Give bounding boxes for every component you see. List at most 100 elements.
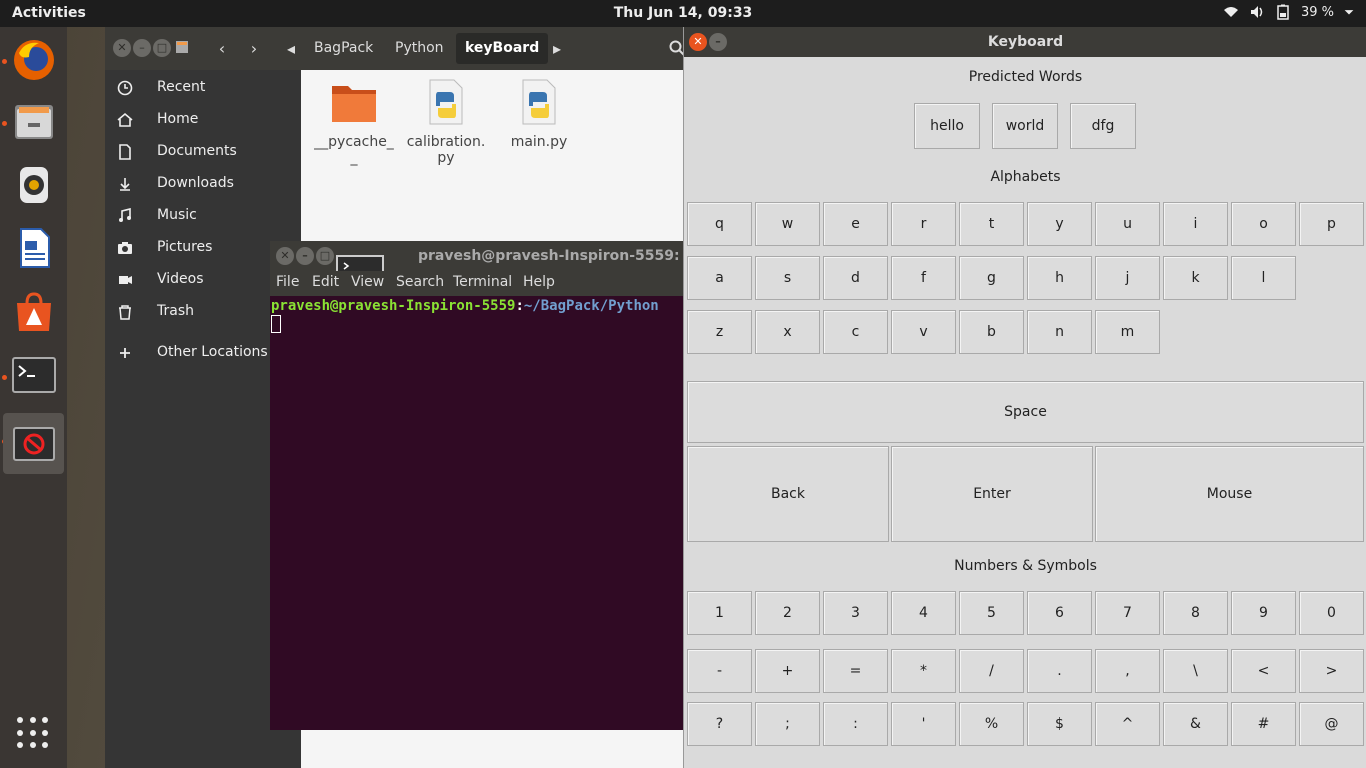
sidebar-item-documents[interactable]: Documents <box>105 136 301 168</box>
mouse-key[interactable]: Mouse <box>1095 446 1364 542</box>
maximize-button[interactable]: □ <box>153 39 171 57</box>
key-button[interactable]: ^ <box>1095 702 1160 746</box>
key-button[interactable]: t <box>959 202 1024 246</box>
terminal-output[interactable]: pravesh@pravesh-Inspiron-5559:~/BagPack/… <box>270 296 700 730</box>
key-button[interactable]: y <box>1027 202 1092 246</box>
sidebar-item-music[interactable]: Music <box>105 200 301 232</box>
key-button[interactable]: & <box>1163 702 1228 746</box>
back-key[interactable]: Back <box>687 446 889 542</box>
key-button[interactable]: < <box>1231 649 1296 693</box>
key-button[interactable]: w <box>755 202 820 246</box>
terminal-window[interactable]: ✕ – □ pravesh@pravesh-Inspiron-5559: ~/B… <box>270 241 721 730</box>
key-button[interactable]: ' <box>891 702 956 746</box>
key-button[interactable]: = <box>823 649 888 693</box>
key-button[interactable]: : <box>823 702 888 746</box>
keyboard-titlebar[interactable]: ✕ – Keyboard <box>684 27 1366 57</box>
key-button[interactable]: $ <box>1027 702 1092 746</box>
back-nav-button[interactable]: ‹ <box>207 34 237 64</box>
breadcrumb-current[interactable]: keyBoard <box>456 33 549 64</box>
space-key[interactable]: Space <box>687 381 1364 443</box>
file-item-python[interactable]: main.py <box>494 78 584 150</box>
key-button[interactable]: * <box>891 649 956 693</box>
key-button[interactable]: 4 <box>891 591 956 635</box>
menu-search[interactable]: Search <box>396 274 444 290</box>
key-button[interactable]: 7 <box>1095 591 1160 635</box>
enter-key[interactable]: Enter <box>891 446 1093 542</box>
key-button[interactable]: h <box>1027 256 1092 300</box>
dock-firefox[interactable] <box>3 29 64 90</box>
key-button[interactable]: v <box>891 310 956 354</box>
breadcrumb-left-arrow[interactable]: ◂ <box>281 34 301 64</box>
forward-nav-button[interactable]: › <box>239 34 269 64</box>
menu-file[interactable]: File <box>276 274 299 290</box>
key-button[interactable]: . <box>1027 649 1092 693</box>
key-button[interactable]: d <box>823 256 888 300</box>
key-button[interactable]: i <box>1163 202 1228 246</box>
key-button[interactable]: g <box>959 256 1024 300</box>
key-button[interactable]: ; <box>755 702 820 746</box>
predicted-word-button[interactable]: hello <box>914 103 980 149</box>
key-button[interactable]: \ <box>1163 649 1228 693</box>
menu-terminal[interactable]: Terminal <box>453 274 512 290</box>
key-button[interactable]: r <box>891 202 956 246</box>
maximize-button[interactable]: □ <box>316 247 334 265</box>
minimize-button[interactable]: – <box>296 247 314 265</box>
dock-terminal[interactable] <box>3 344 64 405</box>
close-button[interactable]: ✕ <box>113 39 131 57</box>
show-applications-icon[interactable] <box>17 717 49 749</box>
key-button[interactable]: f <box>891 256 956 300</box>
menu-view[interactable]: View <box>351 274 384 290</box>
key-button[interactable]: o <box>1231 202 1296 246</box>
key-button[interactable]: 3 <box>823 591 888 635</box>
key-button[interactable]: e <box>823 202 888 246</box>
key-button[interactable]: ? <box>687 702 752 746</box>
key-button[interactable]: > <box>1299 649 1364 693</box>
key-button[interactable]: @ <box>1299 702 1364 746</box>
key-button[interactable]: n <box>1027 310 1092 354</box>
sidebar-item-downloads[interactable]: Downloads <box>105 168 301 200</box>
terminal-titlebar[interactable]: ✕ – □ pravesh@pravesh-Inspiron-5559: ~/B… <box>270 241 721 277</box>
key-button[interactable]: s <box>755 256 820 300</box>
dock-software[interactable] <box>3 281 64 342</box>
key-button[interactable]: + <box>755 649 820 693</box>
breadcrumb-item[interactable]: Python <box>386 33 453 64</box>
key-button[interactable]: c <box>823 310 888 354</box>
key-button[interactable]: % <box>959 702 1024 746</box>
chevron-down-icon[interactable] <box>1344 4 1354 20</box>
dock-files[interactable] <box>3 91 64 152</box>
dock-keyboard-app[interactable] <box>3 413 64 474</box>
key-button[interactable]: 0 <box>1299 591 1364 635</box>
key-button[interactable]: 5 <box>959 591 1024 635</box>
key-button[interactable]: l <box>1231 256 1296 300</box>
dock-writer[interactable] <box>3 217 64 278</box>
key-button[interactable]: k <box>1163 256 1228 300</box>
dock-rhythmbox[interactable] <box>3 154 64 215</box>
system-tray[interactable]: 39 % <box>1223 4 1354 20</box>
minimize-button[interactable]: – <box>133 39 151 57</box>
key-button[interactable]: m <box>1095 310 1160 354</box>
key-button[interactable]: / <box>959 649 1024 693</box>
key-button[interactable]: u <box>1095 202 1160 246</box>
menu-edit[interactable]: Edit <box>312 274 339 290</box>
key-button[interactable]: 8 <box>1163 591 1228 635</box>
predicted-word-button[interactable]: world <box>992 103 1058 149</box>
key-button[interactable]: j <box>1095 256 1160 300</box>
predicted-word-button[interactable]: dfg <box>1070 103 1136 149</box>
key-button[interactable]: - <box>687 649 752 693</box>
file-item-folder[interactable]: __pycache_ _ <box>309 78 399 166</box>
key-button[interactable]: a <box>687 256 752 300</box>
key-button[interactable]: q <box>687 202 752 246</box>
file-item-python[interactable]: calibration. py <box>401 78 491 166</box>
key-button[interactable]: z <box>687 310 752 354</box>
key-button[interactable]: 2 <box>755 591 820 635</box>
key-button[interactable]: b <box>959 310 1024 354</box>
key-button[interactable]: 9 <box>1231 591 1296 635</box>
breadcrumb-right-arrow[interactable]: ▸ <box>547 34 567 64</box>
key-button[interactable]: 1 <box>687 591 752 635</box>
sidebar-item-recent[interactable]: Recent <box>105 72 301 104</box>
sidebar-item-home[interactable]: Home <box>105 104 301 136</box>
breadcrumb-item[interactable]: BagPack <box>305 33 382 64</box>
key-button[interactable]: # <box>1231 702 1296 746</box>
key-button[interactable]: p <box>1299 202 1364 246</box>
close-button[interactable]: ✕ <box>276 247 294 265</box>
